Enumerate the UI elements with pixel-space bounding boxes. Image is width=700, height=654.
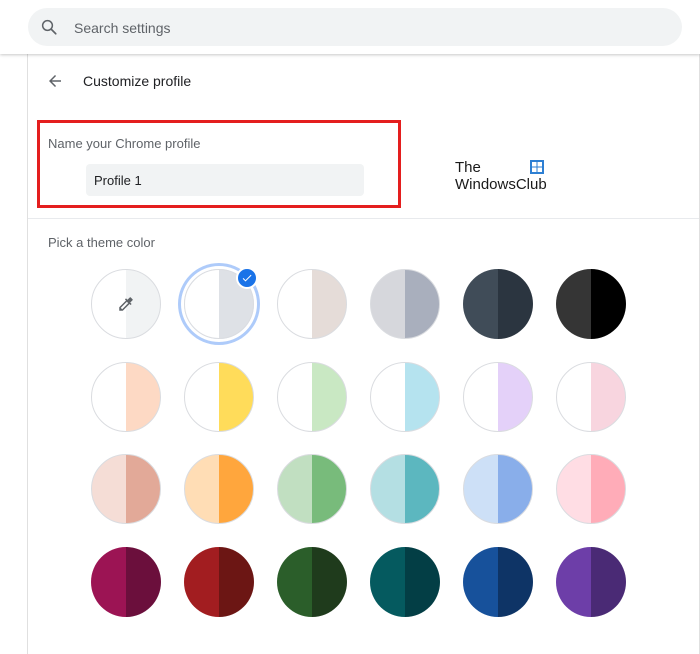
theme-color-swatch[interactable]	[277, 269, 347, 339]
theme-color-swatch[interactable]	[184, 454, 254, 524]
theme-color-swatch[interactable]	[184, 362, 254, 432]
theme-color-swatch[interactable]	[556, 362, 626, 432]
theme-color-swatch[interactable]	[370, 269, 440, 339]
theme-color-swatch[interactable]	[277, 547, 347, 617]
selected-check-icon	[236, 267, 258, 289]
theme-color-swatch[interactable]	[463, 547, 533, 617]
search-input[interactable]	[72, 8, 666, 48]
theme-color-grid	[28, 54, 699, 654]
theme-color-swatch[interactable]	[463, 454, 533, 524]
theme-color-swatch[interactable]	[184, 547, 254, 617]
theme-color-swatch[interactable]	[277, 454, 347, 524]
theme-color-swatch[interactable]	[370, 454, 440, 524]
theme-color-swatch[interactable]	[91, 362, 161, 432]
theme-color-swatch[interactable]	[556, 547, 626, 617]
theme-color-swatch[interactable]	[556, 454, 626, 524]
theme-color-swatch[interactable]	[91, 269, 161, 339]
top-bar	[0, 0, 700, 54]
theme-color-swatch[interactable]	[463, 362, 533, 432]
theme-color-swatch[interactable]	[184, 267, 258, 339]
theme-color-swatch[interactable]	[91, 454, 161, 524]
eyedropper-icon	[119, 297, 133, 311]
customize-profile-card: Customize profile Name your Chrome profi…	[27, 54, 700, 654]
theme-color-swatch[interactable]	[370, 547, 440, 617]
theme-color-swatch[interactable]	[277, 362, 347, 432]
search-icon	[41, 19, 57, 35]
theme-color-swatch[interactable]	[556, 269, 626, 339]
theme-color-swatch[interactable]	[463, 269, 533, 339]
search-box[interactable]	[28, 8, 682, 48]
theme-color-swatch[interactable]	[91, 547, 161, 617]
theme-color-swatch[interactable]	[370, 362, 440, 432]
